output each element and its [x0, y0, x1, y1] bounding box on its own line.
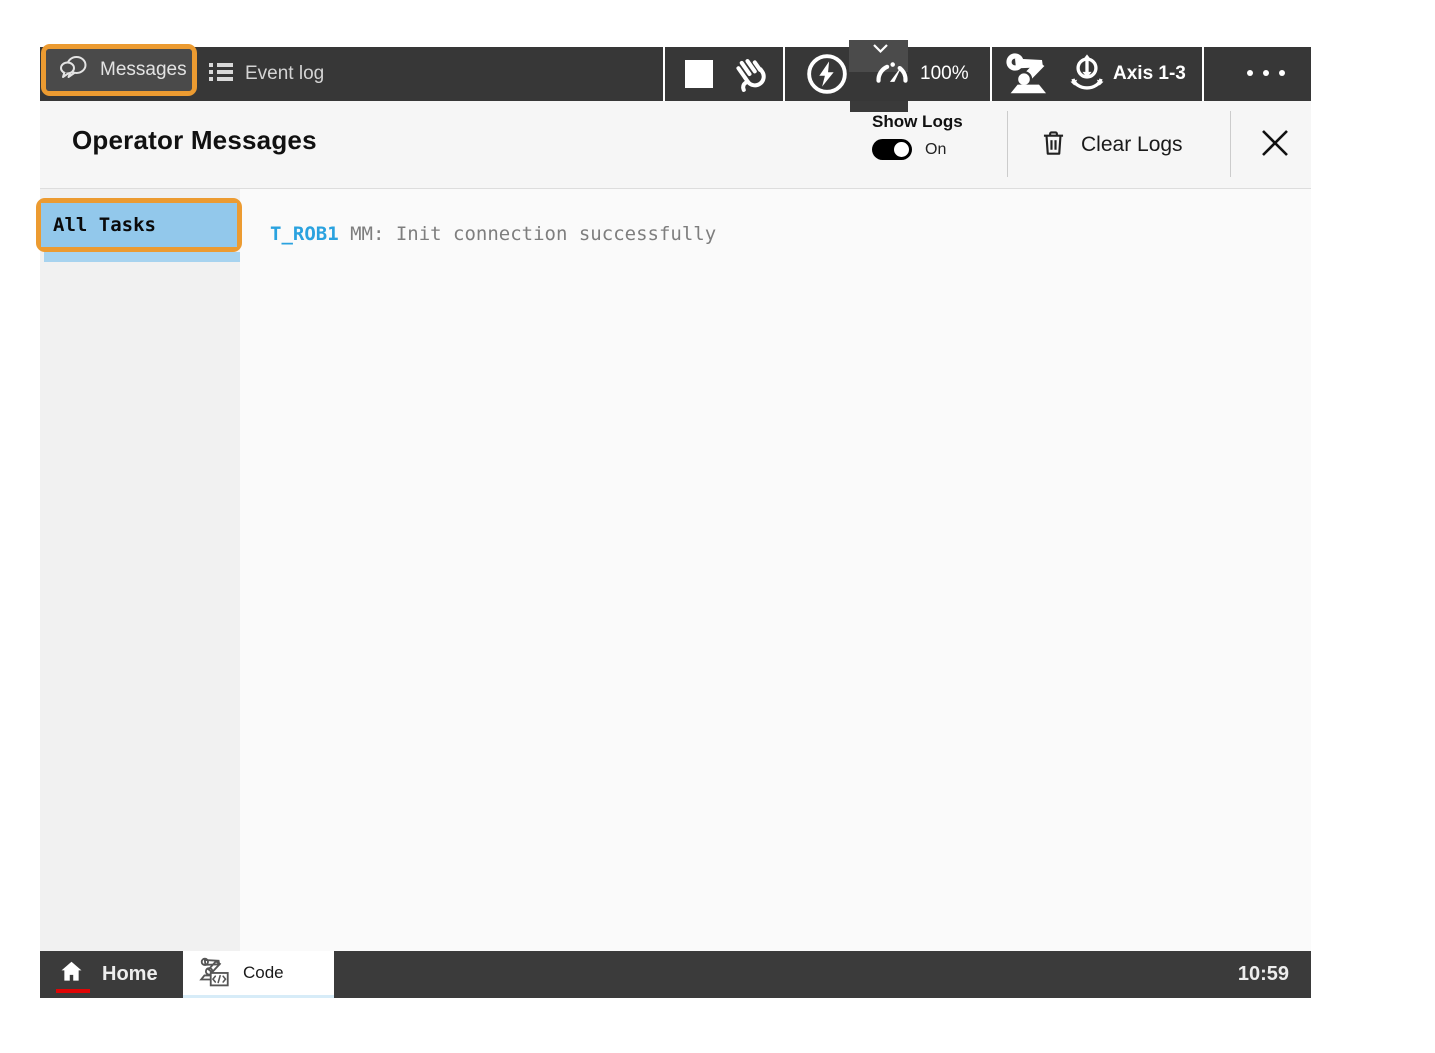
message-task-name: T_ROB1 [270, 223, 339, 245]
home-button[interactable]: Home [40, 951, 158, 998]
chat-bubbles-icon [58, 54, 90, 87]
code-robot-icon [197, 954, 231, 993]
message-row: T_ROB1 MM: Init connection successfully [270, 223, 716, 245]
home-button-label: Home [102, 963, 158, 985]
all-tasks-selection-strip [44, 252, 240, 262]
code-tab-label: Code [243, 963, 284, 982]
toolbar-separator [990, 47, 992, 101]
trash-icon [1040, 128, 1067, 163]
home-icon [58, 959, 85, 990]
show-logs-state: On [925, 140, 947, 158]
page-title: Operator Messages [72, 125, 317, 155]
event-log-tab-label: Event log [245, 63, 325, 84]
manual-mode-hand-icon[interactable] [728, 53, 774, 100]
clear-logs-label: Clear Logs [1081, 133, 1183, 156]
panel-body: All Tasks T_ROB1 MM: Init connection suc… [36, 189, 1311, 951]
robot-arm-icon[interactable] [1003, 50, 1053, 103]
tasks-sidebar: All Tasks [36, 189, 242, 951]
header-divider [1230, 111, 1231, 177]
speed-value: 100% [920, 63, 969, 84]
flexpendant-app: Messages Event log 100% Axis 1-3 Operato… [36, 40, 1311, 998]
quickset-flyout-tab-bottom [850, 101, 908, 112]
close-icon [1259, 127, 1291, 164]
messages-tab-label: Messages [100, 59, 187, 80]
toolbar-separator [663, 47, 665, 101]
list-icon [208, 60, 234, 89]
toolbar-separator [1202, 47, 1204, 101]
axis-jog-icon[interactable] [1065, 53, 1109, 100]
show-logs-label: Show Logs [872, 112, 963, 131]
motors-on-icon[interactable] [806, 53, 848, 100]
panel-header: Operator Messages Show Logs On Clear Log… [40, 101, 1311, 189]
header-divider [1007, 111, 1008, 177]
all-tasks-label: All Tasks [53, 214, 156, 236]
show-logs-control: Show Logs On [872, 112, 963, 160]
home-active-indicator [56, 989, 90, 993]
event-log-tab[interactable]: Event log [208, 47, 324, 101]
messages-list: T_ROB1 MM: Init connection successfully [240, 189, 1311, 951]
stop-button[interactable] [685, 60, 713, 88]
taskbar-tab-code[interactable]: Code [183, 951, 334, 998]
more-icon [1242, 65, 1290, 83]
toolbar-separator [783, 47, 785, 101]
bottom-taskbar: Home Code 10:59 [40, 951, 1311, 998]
close-button[interactable] [1238, 101, 1311, 189]
show-logs-toggle[interactable] [872, 139, 912, 160]
more-menu-button[interactable] [1236, 47, 1296, 101]
clock: 10:59 [1237, 963, 1289, 985]
annotation-highlight-messages: Messages [41, 44, 197, 96]
top-toolbar: Messages Event log 100% Axis 1-3 [40, 40, 1311, 112]
message-text: MM: Init connection successfully [350, 223, 717, 245]
clear-logs-button[interactable]: Clear Logs [1040, 101, 1183, 189]
annotation-highlight-all-tasks: All Tasks [36, 198, 242, 252]
speedometer-icon[interactable] [870, 53, 914, 100]
sidebar-item-all-tasks[interactable]: All Tasks [41, 203, 237, 247]
axis-selector-label[interactable]: Axis 1-3 [1113, 47, 1186, 101]
messages-tab[interactable]: Messages [46, 49, 192, 91]
